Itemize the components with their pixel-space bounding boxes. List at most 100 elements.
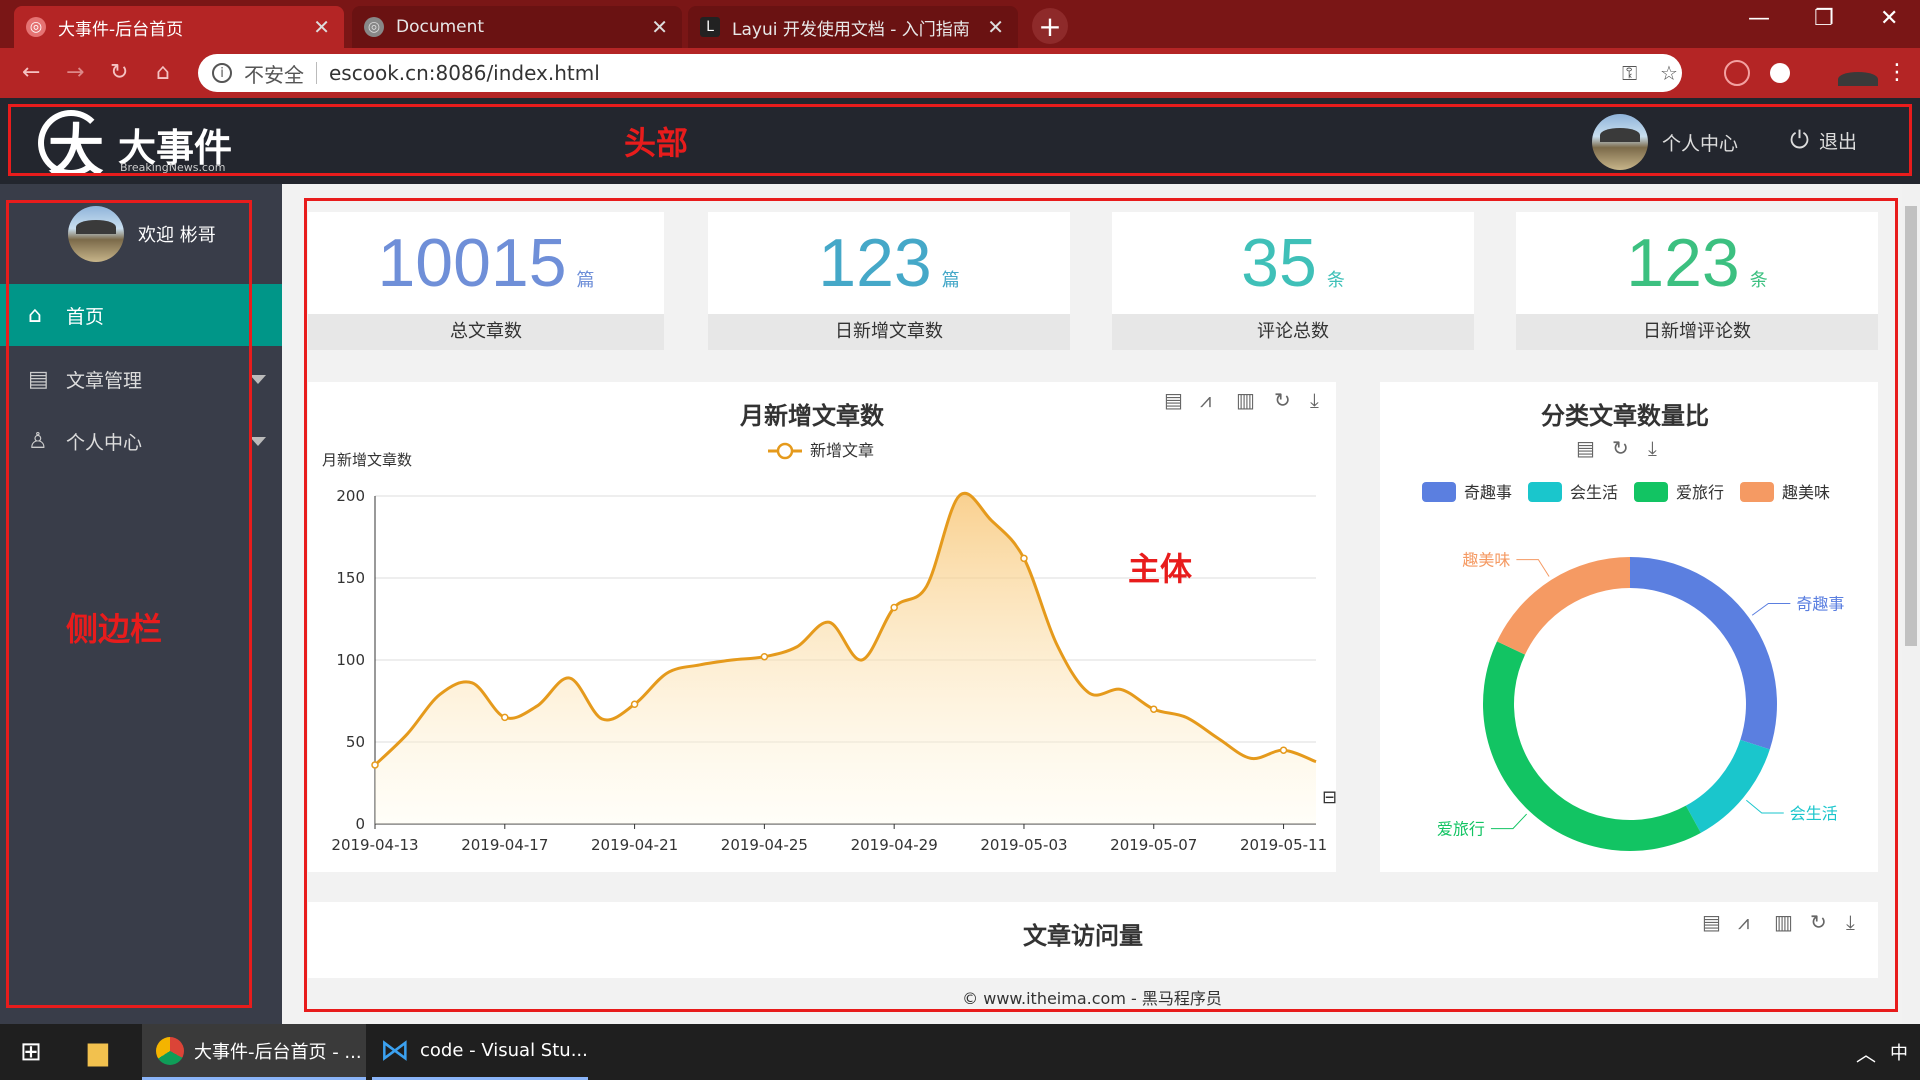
legend-swatch [1422, 482, 1456, 502]
stat-card-total-comments: 35 条 评论总数 [1112, 212, 1474, 350]
forward-icon[interactable]: → [66, 60, 84, 85]
legend-label: 会生活 [1570, 483, 1618, 502]
x-tick-label: 2019-04-17 [461, 836, 548, 854]
personal-center-label: 个人中心 [1662, 132, 1739, 155]
scrollbar[interactable] [1902, 184, 1920, 1024]
header-annotation-label: 头部 [624, 124, 689, 162]
new-tab-button[interactable]: + [1032, 8, 1068, 44]
address-bar-row: ← → ↻ ⌂ i 不安全 escook.cn:8086/index.html … [0, 48, 1920, 98]
back-icon[interactable]: ← [22, 60, 40, 85]
globe-icon: ◎ [364, 17, 384, 37]
close-tab-icon[interactable]: ✕ [987, 15, 1004, 39]
data-point [890, 603, 898, 612]
x-tick-label: 2019-04-25 [721, 836, 808, 854]
browser-tab[interactable]: ◎ Document ✕ [352, 6, 682, 48]
document-icon: ▤ [28, 366, 49, 392]
browser-tab[interactable]: L Layui 开发使用文档 - 入门指南 ✕ [688, 6, 1018, 48]
line-switch-icon[interactable]: ⩘ [1738, 910, 1749, 934]
close-window-icon[interactable]: ✕ [1880, 6, 1898, 31]
legend-label: 新增文章 [810, 441, 874, 460]
tab-title: 大事件-后台首页 [58, 19, 184, 40]
sidebar-item-personal-center[interactable]: ♙ 个人中心 [0, 410, 282, 472]
personal-center-link[interactable]: 个人中心 [1592, 114, 1738, 170]
y-tick-label: 100 [336, 651, 365, 669]
pie-chart-svg: 奇趣事 会生活 爱旅行 趣美味奇趣事会生活爱旅行趣美味 [1422, 482, 1844, 851]
slice-label: 奇趣事 [1796, 594, 1844, 613]
stat-card-daily-comments: 123 条 日新增评论数 [1516, 212, 1878, 350]
extension-icon[interactable] [1770, 63, 1790, 83]
url-field[interactable]: i 不安全 escook.cn:8086/index.html ⚿ ☆ [198, 54, 1682, 92]
logout-link[interactable]: ⏻ 退出 [1790, 126, 1857, 154]
power-icon: ⏻ [1790, 126, 1809, 154]
main-content: 10015 篇 总文章数 123 篇 日新增文章数 35 条 评论总数 123 条 日新… [282, 184, 1902, 1024]
refresh-icon[interactable]: ↻ [1810, 910, 1827, 934]
tray-chevron-up-icon[interactable]: ︿ [1856, 1024, 1876, 1080]
home-icon[interactable]: ⌂ [156, 60, 170, 85]
extension-icon[interactable] [1724, 60, 1750, 86]
sidebar-item-home[interactable]: ⌂ 首页 [0, 284, 282, 346]
ime-indicator[interactable]: 中 [1890, 1024, 1908, 1080]
slice-label: 趣美味 [1462, 551, 1510, 570]
star-icon[interactable]: ☆ [1660, 61, 1678, 85]
x-tick-label: 2019-05-07 [1110, 836, 1197, 854]
stat-value: 35 条 [1241, 225, 1345, 301]
taskbar-vscode-item[interactable]: ⋈ code - Visual Stu... [372, 1024, 588, 1080]
label-line [1516, 559, 1550, 577]
data-view-icon[interactable]: ▤ [1702, 910, 1721, 934]
restore-icon[interactable]: ❐ [1814, 6, 1834, 31]
download-icon[interactable]: ⤓ [1846, 910, 1855, 934]
line-chart-svg: 0 50 100 150 200 月新增文章数 2019-04-13 2019-04-17 20… [322, 441, 1336, 854]
visits-chart-panel: 文章访问量 ▤ ⩘ ▥ ↻ ⤓ [308, 902, 1878, 982]
reload-icon[interactable]: ↻ [110, 60, 128, 85]
minimize-icon[interactable]: — [1748, 6, 1770, 31]
y-tick-label: 150 [336, 569, 365, 587]
windows-start-icon[interactable]: ⊞ [20, 1024, 42, 1080]
y-tick-label: 200 [336, 487, 365, 505]
main-annotation-label: 主体 [1128, 550, 1193, 588]
chart-title: 文章访问量 [1023, 922, 1143, 950]
x-tick-label: 2019-05-03 [980, 836, 1067, 854]
pie-chart-panel: 分类文章数量比 ▤ ↻ ⤓ 奇趣事 会生活 爱旅行 趣美味 奇趣事 会生活 爱旅行 趣美味 [1380, 382, 1878, 872]
slice-label: 爱旅行 [1437, 820, 1485, 839]
home-icon: ⌂ [28, 302, 42, 328]
logo-subtitle: BreakingNews.com [120, 160, 226, 174]
label-line [1746, 799, 1784, 814]
sidebar-user: 欢迎 彬哥 [68, 206, 216, 262]
file-explorer-icon[interactable]: ▆ [88, 1024, 108, 1080]
data-point [1279, 746, 1288, 754]
sidebar-item-label: 文章管理 [66, 369, 143, 392]
x-tick-label: 2019-04-13 [331, 836, 418, 854]
bar-switch-icon[interactable]: ▥ [1774, 910, 1793, 934]
data-point [501, 713, 509, 722]
sidebar-item-label: 首页 [66, 305, 105, 328]
logout-label: 退出 [1818, 130, 1857, 153]
globe-icon: ◎ [26, 17, 46, 37]
pie-slice [1630, 557, 1777, 750]
legend-label: 奇趣事 [1464, 483, 1512, 502]
stat-value: 10015 篇 [377, 225, 595, 301]
url-text: escook.cn:8086/index.html [329, 61, 600, 85]
key-icon[interactable]: ⚿ [1622, 61, 1637, 85]
close-tab-icon[interactable]: ✕ [651, 15, 668, 39]
browser-tab-active[interactable]: ◎ 大事件-后台首页 ✕ [14, 6, 344, 48]
close-tab-icon[interactable]: ✕ [313, 15, 330, 39]
scrollbar-thumb[interactable] [1905, 206, 1917, 646]
data-point [1020, 554, 1028, 563]
welcome-text: 欢迎 彬哥 [138, 225, 216, 246]
info-icon[interactable]: i [212, 63, 232, 83]
y-tick-label: 0 [355, 815, 365, 833]
x-tick-label: 2019-04-21 [591, 836, 678, 854]
stat-label: 评论总数 [1112, 314, 1474, 350]
menu-dots-icon[interactable]: ⋮ [1886, 60, 1908, 85]
pie-slice [1496, 557, 1630, 655]
stat-card-total-articles: 10015 篇 总文章数 [308, 212, 664, 350]
divider [316, 62, 317, 84]
stat-card-daily-articles: 123 篇 日新增文章数 [708, 212, 1070, 350]
sidebar-item-article-management[interactable]: ▤ 文章管理 [0, 348, 282, 410]
legend-marker [776, 442, 794, 460]
y-tick-label: 50 [346, 733, 365, 751]
taskbar-chrome-item[interactable]: 大事件-后台首页 - ... [142, 1024, 366, 1080]
x-tick-label: 2019-04-29 [851, 836, 938, 854]
y-axis-title: 月新增文章数 [322, 451, 412, 469]
label-line [1751, 602, 1791, 616]
